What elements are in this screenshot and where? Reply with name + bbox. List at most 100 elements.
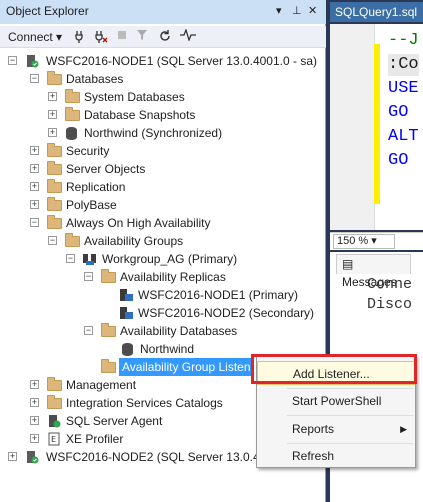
menu-item-label: Refresh (292, 449, 335, 463)
disconnect-icon[interactable] (94, 29, 108, 45)
database-icon (66, 127, 77, 140)
tree-node-label: Always On High Availability (66, 216, 211, 230)
tree-node-label: Availability Replicas (120, 270, 226, 284)
server-icon (25, 54, 39, 68)
expand-toggle[interactable]: + (30, 416, 39, 425)
tree-node-label: Availability Databases (120, 324, 238, 338)
folder-icon (47, 71, 62, 85)
menu-separator (287, 415, 413, 416)
tree-node-label: Integration Services Catalogs (66, 396, 223, 410)
folder-icon (65, 107, 80, 121)
folder-icon (65, 233, 80, 247)
code-line: --J (388, 31, 419, 50)
filter-icon[interactable] (136, 29, 148, 45)
svg-text:E: E (51, 435, 56, 444)
folder-icon (47, 179, 62, 193)
folder-icon (47, 161, 62, 175)
connect-plug-icon[interactable] (74, 29, 88, 45)
menu-item-label: Add Listener... (293, 367, 370, 381)
refresh-icon[interactable] (158, 29, 172, 45)
messages-tab[interactable]: ▤ Messages (336, 254, 411, 289)
tree-node-label: Security (66, 144, 110, 158)
expand-toggle[interactable]: + (30, 434, 39, 443)
tree-node-label: WSFC2016-NODE1 (SQL Server 13.0.4001.0 -… (46, 54, 317, 68)
code-line: GO (388, 103, 409, 122)
submenu-arrow-icon: ▶ (400, 424, 407, 434)
object-explorer-title-bar: Object Explorer ▾ ⊥ ✕ (0, 0, 326, 24)
expand-toggle[interactable]: + (48, 92, 57, 101)
tree-node-label: XE Profiler (66, 432, 124, 446)
tree-node-label: Management (66, 378, 137, 392)
editor-margin (330, 24, 375, 230)
tree-node-label: WSFC2016-NODE2 (Secondary) (138, 306, 315, 320)
menu-item-start-powershell[interactable]: Start PowerShell (257, 389, 415, 413)
tree-node-label: Northwind (140, 342, 195, 356)
profiler-icon: E (47, 432, 63, 446)
expand-toggle[interactable]: + (30, 146, 39, 155)
collapse-toggle[interactable]: − (84, 326, 93, 335)
pin-icon[interactable]: ⊥ (292, 4, 302, 17)
message-line: Conne (367, 276, 413, 293)
expand-toggle[interactable]: + (30, 380, 39, 389)
code-line: :Co (388, 54, 419, 76)
folder-icon (47, 395, 62, 409)
tree-node-label: WSFC2016-NODE1 (Primary) (138, 288, 299, 302)
folder-icon (101, 269, 116, 283)
server-icon (25, 450, 39, 464)
collapse-toggle[interactable]: − (8, 56, 17, 65)
collapse-toggle[interactable]: − (66, 254, 75, 263)
tree-node-label: Replication (66, 180, 126, 194)
collapse-toggle[interactable]: − (48, 236, 57, 245)
replica-icon (118, 288, 134, 302)
window-position-icon[interactable]: ▾ (276, 4, 282, 17)
tree-node-label: Server Objects (66, 162, 146, 176)
connect-button[interactable]: Connect ▾ (8, 29, 62, 45)
folder-icon (47, 377, 62, 391)
collapse-toggle[interactable]: − (30, 218, 39, 227)
folder-icon (47, 197, 62, 211)
agent-icon (47, 414, 63, 428)
tree-node-label: Availability Group Listen (119, 358, 254, 376)
code-line: USE (388, 79, 419, 98)
menu-item-add-listener[interactable]: Add Listener... (257, 361, 415, 385)
folder-icon (101, 323, 116, 337)
panel-title: Object Explorer (6, 4, 89, 18)
code-line: GO (388, 151, 409, 170)
zoom-bar: 150 % ▾ (330, 232, 423, 250)
zoom-select[interactable]: 150 % ▾ (333, 234, 395, 249)
message-line: Disco (367, 296, 413, 313)
close-icon[interactable]: ✕ (308, 4, 317, 17)
tree-node-label: Northwind (Synchronized) (84, 126, 223, 140)
expand-toggle[interactable]: + (30, 200, 39, 209)
tree-node-label: Databases (66, 72, 124, 86)
context-menu: Add Listener... Start PowerShell Reports… (256, 356, 416, 468)
tree-node-label: Database Snapshots (84, 108, 196, 122)
menu-item-reports[interactable]: Reports ▶ (257, 417, 415, 441)
menu-item-refresh[interactable]: Refresh (257, 444, 415, 468)
change-tracking-bar (374, 44, 380, 204)
query-editor[interactable]: --J :Co USE GO ALT GO (330, 24, 423, 230)
collapse-toggle[interactable]: − (84, 272, 93, 281)
code-line: ALT (388, 127, 419, 146)
tree-node-label: Availability Groups (84, 234, 184, 248)
expand-toggle[interactable]: + (30, 182, 39, 191)
folder-icon (65, 89, 80, 103)
menu-item-label: Start PowerShell (292, 394, 382, 408)
expand-toggle[interactable]: + (8, 452, 17, 461)
expand-toggle[interactable]: + (30, 398, 39, 407)
activity-monitor-icon[interactable] (180, 28, 196, 45)
replica-icon (118, 306, 134, 320)
tree-node-label: WSFC2016-NODE2 (SQL Server 13.0.4001 (46, 450, 280, 464)
tree-node-label: System Databases (84, 90, 185, 104)
stop-icon[interactable] (116, 29, 128, 45)
menu-item-label: Reports (292, 422, 335, 436)
messages-icon: ▤ (342, 257, 354, 271)
collapse-toggle[interactable]: − (30, 74, 39, 83)
expand-toggle[interactable]: + (30, 164, 39, 173)
query-tab[interactable]: SQLQuery1.sql - (330, 2, 423, 39)
database-icon (122, 343, 133, 356)
expand-toggle[interactable]: + (48, 128, 57, 137)
folder-icon (101, 359, 116, 373)
tree-node-label: Workgroup_AG (Primary) (102, 252, 238, 266)
expand-toggle[interactable]: + (48, 110, 57, 119)
